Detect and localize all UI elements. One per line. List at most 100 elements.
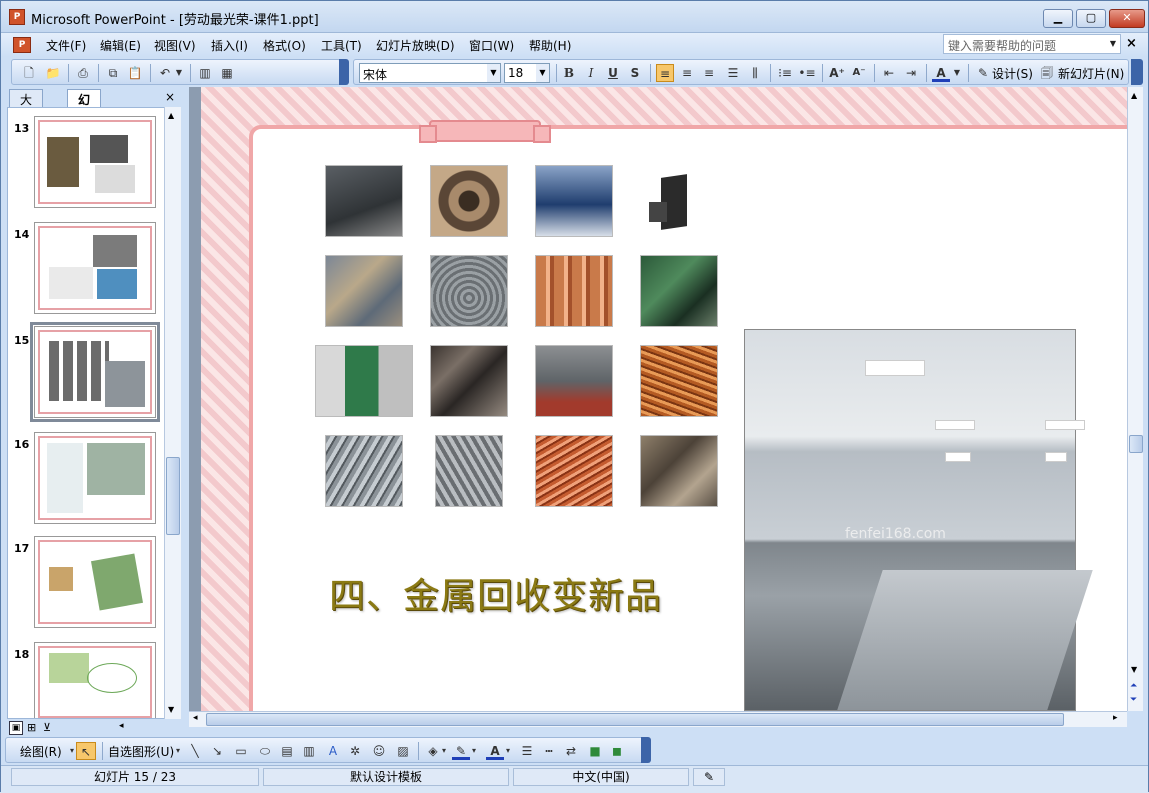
- shadow-style-icon[interactable]: ■: [586, 742, 604, 760]
- new-slide-icon[interactable]: 🗐: [1038, 64, 1056, 82]
- machine-photo[interactable]: [315, 345, 413, 417]
- design-button[interactable]: 设计(S): [992, 65, 1033, 82]
- 3d-style-icon[interactable]: ◼: [608, 742, 626, 760]
- align-center-icon[interactable]: ≡: [678, 64, 696, 82]
- slideshow-icon[interactable]: ⊻: [43, 721, 51, 734]
- wordart-icon[interactable]: A: [324, 742, 342, 760]
- copper-scrap-photo[interactable]: [535, 435, 613, 507]
- clipart-icon[interactable]: ☺: [370, 742, 388, 760]
- design-template-status[interactable]: 默认设计模板: [263, 768, 509, 786]
- decrease-indent-icon[interactable]: ⇤: [880, 64, 898, 82]
- align-left-icon[interactable]: ≡: [656, 64, 674, 82]
- bold-button[interactable]: B: [560, 64, 578, 82]
- font-size-select[interactable]: 18 ▼: [504, 63, 550, 83]
- computer-tower-photo[interactable]: [640, 165, 718, 237]
- shadow-button[interactable]: S: [626, 64, 644, 82]
- copy-icon[interactable]: ⧉: [104, 64, 122, 82]
- next-slide-icon[interactable]: ⏷: [1130, 695, 1137, 705]
- align-right-icon[interactable]: ≡: [700, 64, 718, 82]
- menu-format[interactable]: 格式(O): [263, 37, 306, 54]
- textbox-icon[interactable]: ▤: [278, 742, 296, 760]
- menu-edit[interactable]: 编辑(E): [100, 37, 141, 54]
- line-color-icon[interactable]: ✎: [452, 742, 470, 760]
- toolbar-options-icon[interactable]: [1131, 59, 1143, 85]
- menu-file[interactable]: 文件(F): [46, 37, 86, 54]
- slide-thumbnail-14[interactable]: [34, 222, 156, 314]
- copper-wire-photo[interactable]: [640, 345, 718, 417]
- draw-font-color-icon[interactable]: A: [486, 742, 504, 760]
- scroll-down-icon[interactable]: ▼: [168, 705, 174, 714]
- menu-slideshow[interactable]: 幻灯片放映(D): [376, 37, 455, 54]
- slide-headline[interactable]: 四、金属回收变新品: [329, 567, 662, 619]
- design-icon[interactable]: ✎: [974, 64, 992, 82]
- chevron-down-icon[interactable]: ▼: [487, 64, 500, 82]
- powerpoint-icon[interactable]: P: [9, 9, 25, 25]
- increase-font-icon[interactable]: A⁺: [828, 64, 846, 82]
- line-color-dropdown-icon[interactable]: ▾: [470, 742, 478, 760]
- vertical-text-icon[interactable]: ⫼: [746, 64, 764, 82]
- rectangle-icon[interactable]: ▭: [232, 742, 250, 760]
- slide-vertical-scrollbar[interactable]: ▲ ▼ ⏶ ⏷: [1127, 87, 1143, 711]
- paste-icon[interactable]: 📋: [126, 64, 144, 82]
- document-icon[interactable]: P: [13, 37, 31, 53]
- scroll-down-icon[interactable]: ▼: [1131, 665, 1137, 674]
- cable-reel-photo[interactable]: [430, 165, 508, 237]
- slide-thumbnail-16[interactable]: [34, 432, 156, 524]
- help-search-input[interactable]: 键入需要帮助的问题 ▼: [943, 34, 1121, 54]
- dash-style-icon[interactable]: ┅: [540, 742, 558, 760]
- toolbar-options-icon[interactable]: [339, 59, 349, 85]
- chevron-down-icon[interactable]: ▼: [1106, 35, 1120, 53]
- underline-button[interactable]: U: [604, 64, 622, 82]
- font-name-select[interactable]: 宋体 ▼: [359, 63, 501, 83]
- scroll-thumb[interactable]: [166, 457, 180, 535]
- air-conditioner-scrap-photo[interactable]: [535, 345, 613, 417]
- insert-table-icon[interactable]: ▦: [218, 64, 236, 82]
- draw-menu-button[interactable]: 绘图(R): [20, 743, 62, 760]
- toolbar-options-icon[interactable]: [641, 737, 651, 763]
- minimize-button[interactable]: ▁: [1043, 9, 1073, 28]
- font-color-icon[interactable]: A: [932, 64, 950, 82]
- scroll-left-icon[interactable]: ◂: [119, 721, 124, 731]
- italic-button[interactable]: I: [582, 64, 600, 82]
- kitchen-stainless-photo[interactable]: fenfei168.com: [744, 329, 1093, 711]
- menu-tools[interactable]: 工具(T): [321, 37, 362, 54]
- chevron-down-icon[interactable]: ▼: [536, 64, 549, 82]
- aluminum-scrap-photo[interactable]: [325, 435, 403, 507]
- menu-insert[interactable]: 插入(I): [211, 37, 248, 54]
- print-icon[interactable]: ⎙: [74, 64, 92, 82]
- scroll-right-icon[interactable]: ▸: [1113, 713, 1118, 723]
- vertical-textbox-icon[interactable]: ▥: [300, 742, 318, 760]
- normal-view-icon[interactable]: ▣: [9, 721, 23, 735]
- tab-outline[interactable]: 大纲: [9, 89, 44, 124]
- arrow-icon[interactable]: ↘: [208, 742, 226, 760]
- undo-icon[interactable]: ↶: [156, 64, 174, 82]
- steel-bars-photo[interactable]: [435, 435, 503, 507]
- circuit-board-scrap-photo[interactable]: [640, 255, 718, 327]
- insert-picture-icon[interactable]: ▨: [394, 742, 412, 760]
- slide-thumbnail-17[interactable]: [34, 536, 156, 628]
- numbered-list-icon[interactable]: ⁝≡: [776, 64, 794, 82]
- tab-slides[interactable]: 幻灯片: [67, 89, 102, 141]
- scroll-up-icon[interactable]: ▲: [1131, 91, 1137, 100]
- draw-font-color-dropdown-icon[interactable]: ▾: [504, 742, 512, 760]
- oval-icon[interactable]: ⬭: [256, 742, 274, 760]
- conference-table-photo[interactable]: [325, 165, 403, 237]
- bulleted-list-icon[interactable]: •≡: [798, 64, 816, 82]
- new-file-icon[interactable]: 🗋: [20, 64, 38, 82]
- metal-parts-scrap-photo[interactable]: [640, 435, 718, 507]
- new-slide-button[interactable]: 新幻灯片(N): [1058, 65, 1124, 82]
- menu-window[interactable]: 窗口(W): [469, 37, 514, 54]
- select-pointer-icon[interactable]: ↖: [76, 742, 96, 760]
- arrow-style-icon[interactable]: ⇄: [562, 742, 580, 760]
- scroll-thumb[interactable]: [1129, 435, 1143, 453]
- slide-thumbnail-18[interactable]: [34, 642, 156, 718]
- scroll-up-icon[interactable]: ▲: [168, 111, 174, 120]
- autoshapes-button[interactable]: 自选图形(U): [108, 743, 174, 760]
- previous-slide-icon[interactable]: ⏶: [1130, 681, 1137, 691]
- slide-sorter-icon[interactable]: ⊞: [27, 721, 36, 734]
- open-file-icon[interactable]: 📁: [44, 64, 62, 82]
- increase-indent-icon[interactable]: ⇥: [902, 64, 920, 82]
- wire-coils-photo[interactable]: [430, 255, 508, 327]
- line-icon[interactable]: ╲: [186, 742, 204, 760]
- menu-help[interactable]: 帮助(H): [529, 37, 571, 54]
